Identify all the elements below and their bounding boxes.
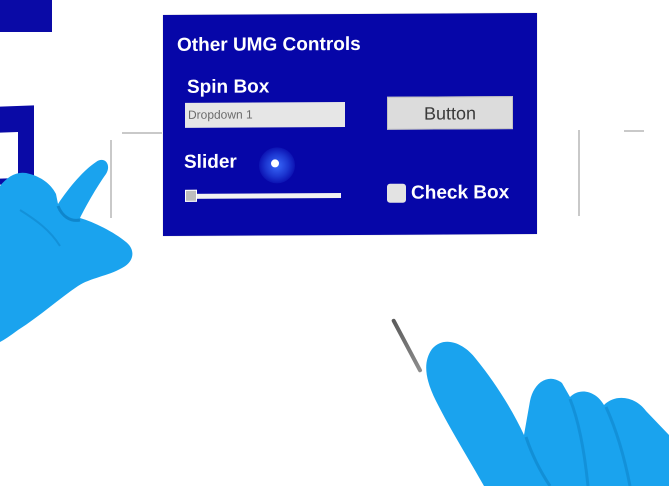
background-outline — [624, 130, 644, 132]
slider-label: Slider — [184, 151, 237, 173]
spin-box[interactable]: Dropdown 1 — [185, 102, 345, 128]
check-box[interactable] — [387, 183, 406, 203]
background-outline — [578, 130, 580, 216]
left-hand-icon — [0, 159, 133, 342]
umg-button[interactable]: Button — [387, 96, 513, 130]
pointer-cursor-icon — [271, 159, 279, 168]
umg-controls-panel: Other UMG Controls Spin Box Dropdown 1 B… — [163, 13, 537, 236]
background-outline — [122, 132, 162, 134]
check-box-label: Check Box — [411, 182, 510, 204]
background-panel — [0, 0, 52, 32]
spin-box-label: Spin Box — [187, 76, 270, 98]
panel-title: Other UMG Controls — [177, 33, 361, 56]
slider-handle[interactable] — [185, 189, 197, 202]
slider-track[interactable] — [187, 193, 341, 199]
right-hand-icon — [426, 341, 669, 486]
